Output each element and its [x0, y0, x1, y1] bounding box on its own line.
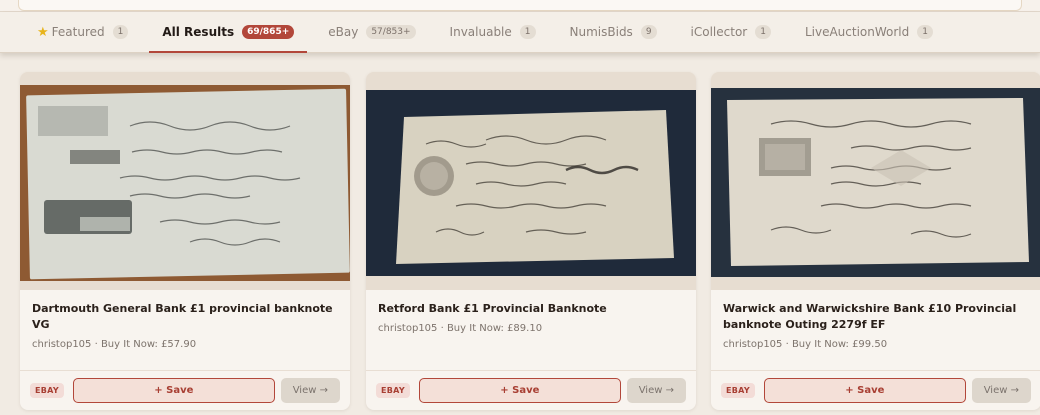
- tab-numisbids[interactable]: NumisBids 9: [557, 12, 670, 53]
- tab-liveauctionworld[interactable]: LiveAuctionWorld 1: [792, 12, 946, 53]
- tab-label: iCollector: [690, 25, 748, 39]
- source-badge: EBAY: [721, 383, 755, 398]
- listing-meta: christop105 · Buy It Now: £57.90: [32, 339, 197, 350]
- tab-count: 9: [640, 25, 657, 39]
- tab-count: 1: [519, 25, 536, 39]
- tab-count: 1: [755, 25, 771, 39]
- tab-all-results[interactable]: All Results 69/865+: [149, 12, 308, 53]
- tab-count: 1: [917, 25, 933, 39]
- result-card: Warwick and Warwickshire Bank £10 Provin…: [711, 72, 1040, 410]
- tab-count: 1: [112, 25, 129, 39]
- tab-label: Featured: [51, 25, 105, 39]
- card-actions: EBAY + Save View →: [711, 370, 1040, 410]
- card-actions: EBAY + Save View →: [366, 370, 696, 410]
- tab-invaluable[interactable]: Invaluable 1: [437, 12, 549, 53]
- tab-label: All Results: [162, 25, 235, 39]
- view-button[interactable]: View →: [280, 378, 340, 403]
- view-button[interactable]: View →: [971, 378, 1031, 403]
- listing-meta: christop105 · Buy It Now: £89.10: [378, 323, 543, 334]
- tab-count: 57/853+: [366, 25, 416, 39]
- card-actions: EBAY + Save View →: [20, 370, 350, 410]
- tab-label: NumisBids: [569, 25, 633, 39]
- result-card: Retford Bank £1 Provincial Banknote chri…: [366, 72, 696, 410]
- result-card: Dartmouth General Bank £1 provincial ban…: [20, 72, 350, 410]
- tab-label: Invaluable: [449, 25, 512, 39]
- save-button[interactable]: + Save: [763, 378, 966, 403]
- tab-ebay[interactable]: eBay 57/853+: [315, 12, 428, 53]
- source-badge: EBAY: [30, 383, 64, 398]
- save-button[interactable]: + Save: [72, 378, 275, 403]
- listing-title[interactable]: Retford Bank £1 Provincial Banknote: [378, 301, 684, 317]
- search-panel-edge: [18, 0, 1022, 11]
- tab-label: LiveAuctionWorld: [804, 25, 910, 39]
- source-badge: EBAY: [376, 383, 410, 398]
- save-button[interactable]: + Save: [418, 378, 621, 403]
- tab-label: eBay: [328, 25, 359, 39]
- header-strip: [0, 0, 1040, 12]
- banknote-image[interactable]: [711, 72, 1040, 290]
- listing-title[interactable]: Dartmouth General Bank £1 provincial ban…: [32, 301, 338, 333]
- listing-meta: christop105 · Buy It Now: £99.50: [723, 339, 888, 350]
- banknote-image[interactable]: [366, 72, 696, 290]
- tab-featured[interactable]: ★ Featured 1: [24, 12, 141, 53]
- listing-title[interactable]: Warwick and Warwickshire Bank £10 Provin…: [723, 301, 1029, 333]
- banknote-image[interactable]: [20, 72, 350, 290]
- view-button[interactable]: View →: [626, 378, 686, 403]
- star-icon: ★: [37, 24, 49, 40]
- source-tabs: ★ Featured 1 All Results 69/865+ eBay 57…: [0, 12, 1040, 53]
- tab-count: 69/865+: [242, 25, 295, 39]
- tab-icollector[interactable]: iCollector 1: [678, 12, 784, 53]
